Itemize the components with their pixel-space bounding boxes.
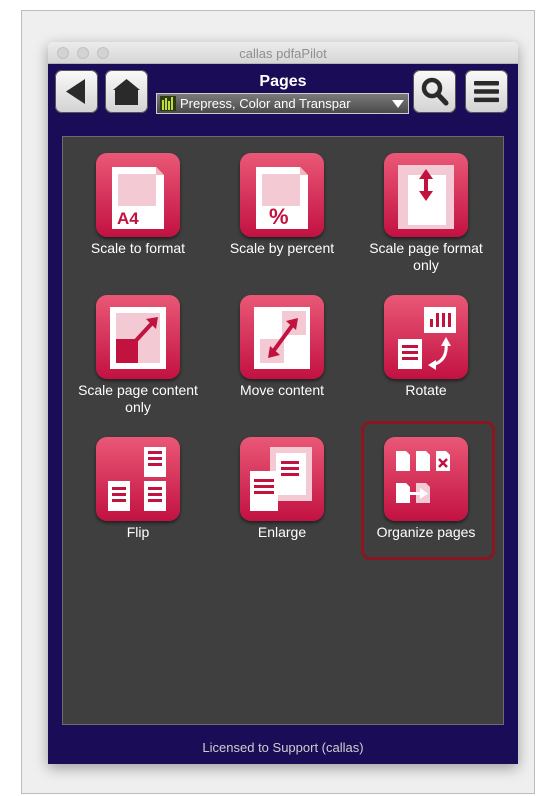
flip-pages-icon	[96, 437, 180, 521]
selection-highlight	[361, 421, 495, 560]
tile-rotate[interactable]: Rotate	[356, 295, 496, 399]
tile-label: Scale to format	[90, 240, 186, 256]
tile-label: Rotate	[405, 382, 447, 398]
back-button[interactable]	[55, 70, 98, 113]
profile-bars-icon	[160, 96, 176, 111]
profile-dropdown[interactable]: Prepress, Color and Transpar	[156, 93, 409, 114]
app-window: callas pdfaPilot Pages Prepress, Color a…	[48, 42, 518, 764]
rotate-pages-icon	[384, 295, 468, 379]
tools-grid: A4 Scale to format % Scale by percent Sc…	[62, 136, 504, 725]
enlarge-pages-icon	[240, 437, 324, 521]
percent-page-icon: %	[240, 153, 324, 237]
license-status: Licensed to Support (callas)	[202, 740, 364, 755]
profile-dropdown-value: Prepress, Color and Transpar	[180, 96, 351, 111]
page-format-arrows-icon	[384, 153, 468, 237]
home-button[interactable]	[105, 70, 148, 113]
tile-label: Enlarge	[257, 524, 307, 540]
search-icon	[421, 77, 449, 106]
tile-label: Flip	[126, 524, 150, 540]
content-diagonal-arrow-icon	[96, 295, 180, 379]
svg-text:%: %	[269, 204, 289, 229]
tile-enlarge[interactable]: Enlarge	[212, 437, 352, 541]
svg-text:A4: A4	[117, 209, 139, 228]
tile-scale-page-format-only[interactable]: Scale page format only	[356, 153, 496, 274]
tile-scale-by-percent[interactable]: % Scale by percent	[212, 153, 352, 257]
tile-label: Scale page content only	[78, 382, 198, 415]
tile-scale-to-format[interactable]: A4 Scale to format	[68, 153, 208, 257]
tile-label: Scale by percent	[229, 240, 335, 256]
home-icon	[113, 79, 140, 105]
hamburger-menu-icon	[474, 81, 499, 103]
title-bar: callas pdfaPilot	[48, 42, 518, 64]
menu-button[interactable]	[465, 70, 508, 113]
page-title: Pages	[259, 73, 307, 90]
tile-flip[interactable]: Flip	[68, 437, 208, 541]
app-body: Pages Prepress, Color and Transpar A4 Sc…	[48, 64, 518, 764]
a4-page-icon: A4	[96, 153, 180, 237]
move-content-icon	[240, 295, 324, 379]
window-title: callas pdfaPilot	[239, 46, 327, 61]
tile-label: Move content	[239, 382, 325, 398]
tile-label: Scale page format only	[369, 240, 483, 273]
chevron-down-icon	[392, 100, 404, 108]
back-arrow-icon	[66, 79, 85, 104]
tile-move-content[interactable]: Move content	[212, 295, 352, 399]
search-button[interactable]	[413, 70, 456, 113]
tile-scale-page-content-only[interactable]: Scale page content only	[68, 295, 208, 416]
